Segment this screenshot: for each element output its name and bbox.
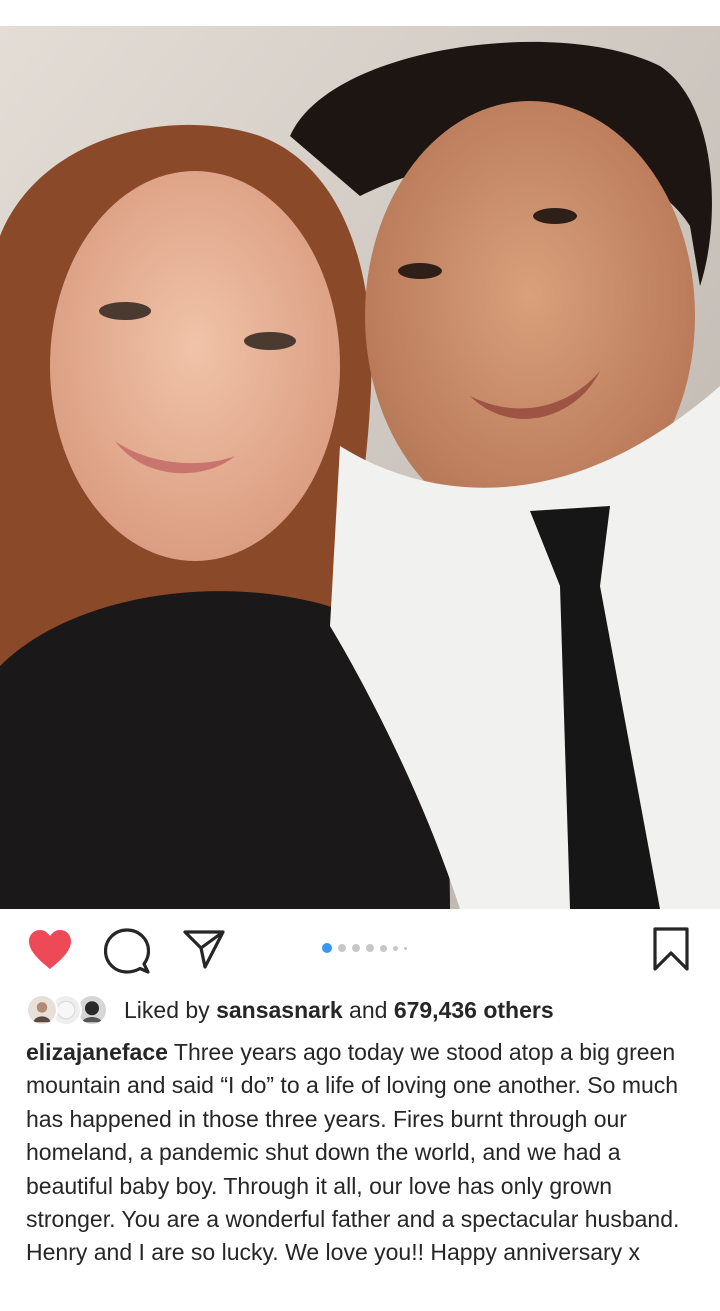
carousel-dot [338, 944, 346, 952]
post-photo-image [0, 26, 720, 909]
top-margin [0, 0, 720, 26]
paper-plane-icon[interactable] [183, 929, 225, 969]
likes-count[interactable]: 679,436 others [394, 997, 554, 1023]
post-caption: elizajaneface Three years ago today we s… [26, 1036, 706, 1270]
avatar [26, 994, 58, 1026]
likes-summary[interactable]: Liked by sansasnark and 679,436 others [26, 992, 706, 1028]
liker-avatars [26, 993, 114, 1027]
carousel-dot [404, 946, 407, 950]
carousel-dot [380, 944, 387, 952]
bookmark-icon[interactable] [652, 927, 690, 971]
heart-filled-icon[interactable] [27, 929, 73, 971]
speech-bubble-icon[interactable] [104, 928, 150, 974]
likes-prefix: Liked by [124, 996, 210, 1023]
carousel-dot [393, 945, 398, 951]
carousel-indicator [322, 942, 407, 954]
post-actions-bar [0, 909, 720, 989]
carousel-dot [352, 944, 360, 952]
likes-conjunction: and [349, 996, 388, 1023]
liker-username[interactable]: sansasnark [216, 997, 343, 1023]
caption-text: Three years ago today we stood atop a bi… [26, 1039, 680, 1266]
carousel-dot [366, 944, 374, 952]
caption-username[interactable]: elizajaneface [26, 1039, 168, 1065]
likes-text: Liked by sansasnark and 679,436 others [124, 997, 554, 1024]
carousel-dot-active [322, 943, 332, 953]
post-photo[interactable] [0, 26, 720, 909]
